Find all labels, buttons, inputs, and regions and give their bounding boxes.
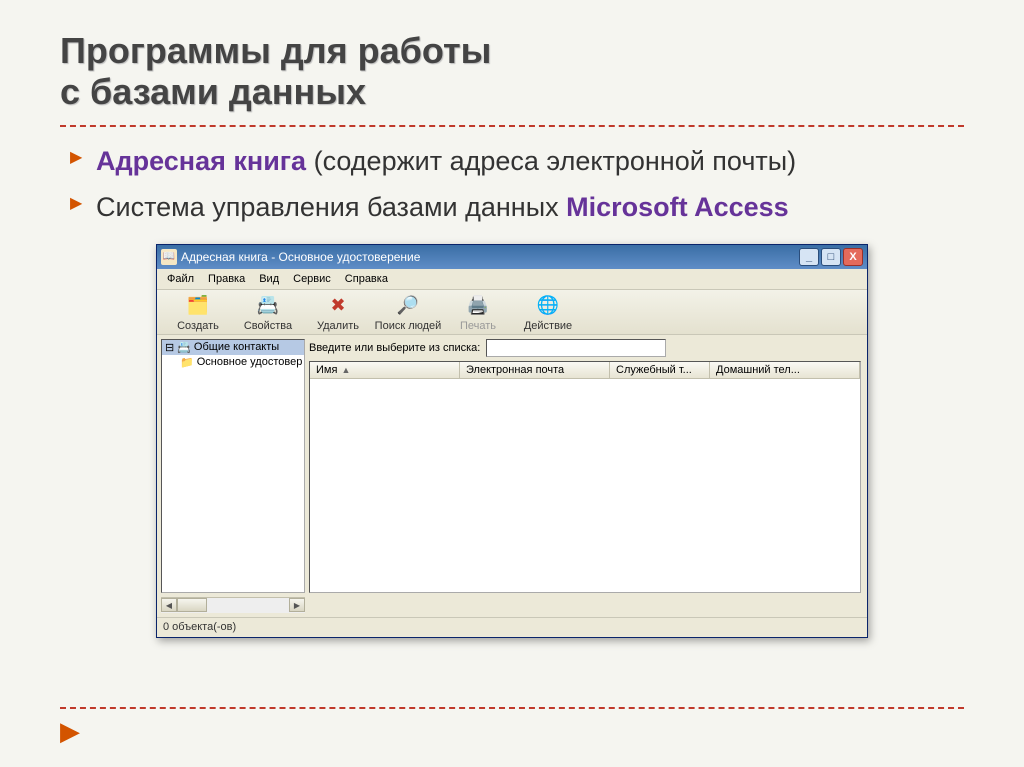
bullet-1-strong: Адресная книга <box>96 146 306 176</box>
address-book-window: 📖 Адресная книга - Основное удостоверени… <box>156 244 868 638</box>
divider-bottom <box>60 707 964 709</box>
print-icon: 🖨️ <box>466 294 490 318</box>
toolbar-delete[interactable]: ✖ Удалить <box>303 294 373 332</box>
toolbar-action-label: Действие <box>524 320 572 332</box>
column-home-phone[interactable]: Домашний тел... <box>710 362 860 378</box>
toolbar-print: 🖨️ Печать <box>443 294 513 332</box>
tree-item-label: Основное удостовер <box>197 356 303 368</box>
properties-icon: 📇 <box>256 294 280 318</box>
scroll-left-button[interactable]: ◀ <box>161 598 177 612</box>
toolbar-create[interactable]: 🗂️ Создать <box>163 294 233 332</box>
statusbar-text: 0 объекта(-ов) <box>163 621 236 633</box>
column-name[interactable]: Имя ▲ <box>310 362 460 378</box>
bullet-2-strong: Microsoft Access <box>566 192 789 222</box>
bullet-1-rest: (содержит адреса электронной почты) <box>306 146 796 176</box>
delete-icon: ✖ <box>326 294 350 318</box>
toolbar: 🗂️ Создать 📇 Свойства ✖ Удалить 🔎 Поиск … <box>157 290 867 335</box>
bullet-2: Система управления базами данных Microso… <box>70 189 964 225</box>
slide-title-line2: с базами данных <box>60 71 366 112</box>
titlebar[interactable]: 📖 Адресная книга - Основное удостоверени… <box>157 245 867 269</box>
find-people-icon: 🔎 <box>396 294 420 318</box>
minus-icon: ⊟ <box>165 341 174 354</box>
tree-scrollbar[interactable]: ◀ ▶ <box>161 597 305 613</box>
right-pane: Введите или выберите из списка: Имя ▲ Эл… <box>309 335 867 597</box>
search-label: Введите или выберите из списка: <box>309 342 480 354</box>
action-icon: 🌐 <box>536 294 560 318</box>
statusbar: 0 объекта(-ов) <box>157 617 867 637</box>
toolbar-delete-label: Удалить <box>317 320 359 332</box>
tree-item-label: Общие контакты <box>194 341 279 353</box>
toolbar-create-label: Создать <box>177 320 219 332</box>
bullet-2-pre: Система управления базами данных <box>96 192 566 222</box>
menu-view[interactable]: Вид <box>253 271 285 287</box>
slide-title: Программы для работы с базами данных <box>60 30 964 113</box>
folder-icon: 📇 <box>177 341 191 354</box>
menubar: Файл Правка Вид Сервис Справка <box>157 269 867 290</box>
menu-service[interactable]: Сервис <box>287 271 337 287</box>
next-slide-arrow-icon[interactable]: ▶ <box>60 716 80 747</box>
folder-tree[interactable]: ⊟ 📇 Общие контакты 📁 Основное удостовер <box>161 339 305 593</box>
column-headers: Имя ▲ Электронная почта Служебный т... Д… <box>310 362 860 379</box>
new-card-icon: 🗂️ <box>186 294 210 318</box>
slide-title-line1: Программы для работы <box>60 30 491 71</box>
sort-ascending-icon: ▲ <box>341 365 350 375</box>
column-email[interactable]: Электронная почта <box>460 362 610 378</box>
book-icon: 📖 <box>161 249 177 265</box>
toolbar-print-label: Печать <box>460 320 496 332</box>
toolbar-find-label: Поиск людей <box>375 320 442 332</box>
scroll-thumb[interactable] <box>177 598 207 612</box>
toolbar-find-people[interactable]: 🔎 Поиск людей <box>373 294 443 332</box>
toolbar-properties[interactable]: 📇 Свойства <box>233 294 303 332</box>
search-input[interactable] <box>486 339 666 357</box>
scroll-right-button[interactable]: ▶ <box>289 598 305 612</box>
window-title: Адресная книга - Основное удостоверение <box>181 250 799 264</box>
toolbar-action[interactable]: 🌐 Действие <box>513 294 583 332</box>
search-row: Введите или выберите из списка: <box>309 339 861 357</box>
minimize-button[interactable]: _ <box>799 248 819 266</box>
toolbar-properties-label: Свойства <box>244 320 292 332</box>
column-name-label: Имя <box>316 364 337 376</box>
tree-item-shared-contacts[interactable]: ⊟ 📇 Общие контакты <box>162 340 304 355</box>
bullet-list: Адресная книга (содержит адреса электрон… <box>60 143 964 226</box>
contacts-list[interactable]: Имя ▲ Электронная почта Служебный т... Д… <box>309 361 861 593</box>
folder-icon: 📁 <box>180 356 194 369</box>
column-work-phone[interactable]: Служебный т... <box>610 362 710 378</box>
divider-top <box>60 125 964 127</box>
menu-help[interactable]: Справка <box>339 271 394 287</box>
window-body: ⊟ 📇 Общие контакты 📁 Основное удостовер … <box>157 335 867 597</box>
tree-item-main-identity[interactable]: 📁 Основное удостовер <box>162 355 304 370</box>
list-body-empty <box>310 379 860 592</box>
bullet-1: Адресная книга (содержит адреса электрон… <box>70 143 964 179</box>
menu-edit[interactable]: Правка <box>202 271 251 287</box>
close-button[interactable]: X <box>843 248 863 266</box>
maximize-button[interactable]: □ <box>821 248 841 266</box>
menu-file[interactable]: Файл <box>161 271 200 287</box>
